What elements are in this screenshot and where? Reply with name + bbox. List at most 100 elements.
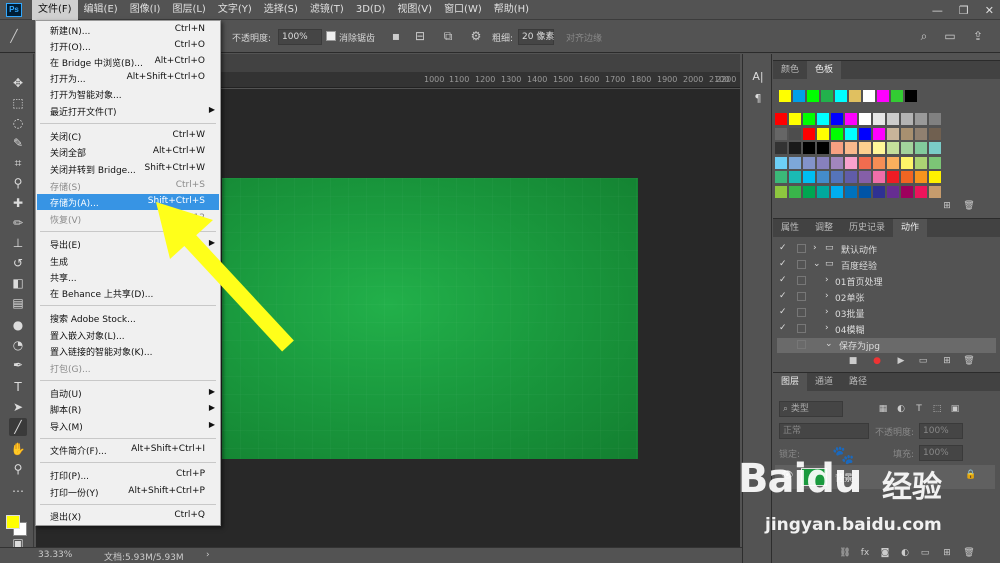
dialog-toggle[interactable]	[797, 260, 806, 269]
mask-icon[interactable]: ◙	[879, 547, 891, 559]
color-swatch[interactable]	[873, 127, 885, 140]
menu-item-share[interactable]: 共享...	[37, 269, 219, 285]
collapse-chevron-icon[interactable]: ⌄	[813, 259, 821, 269]
color-swatch[interactable]	[831, 113, 843, 125]
action-check-icon[interactable]: ✓	[779, 243, 787, 253]
menu-view[interactable]: 视图(V)	[391, 0, 438, 20]
color-swatch[interactable]	[859, 156, 871, 169]
recent-swatch[interactable]	[905, 90, 917, 102]
stop-icon[interactable]: ■	[847, 355, 859, 367]
color-swatch[interactable]	[901, 127, 913, 140]
collapse-chevron-icon[interactable]: ⌄	[825, 339, 833, 349]
color-swatch[interactable]	[845, 185, 857, 198]
tab-actions[interactable]: 动作	[893, 219, 928, 237]
gear-icon[interactable]: ⚙	[468, 28, 484, 44]
color-swatch[interactable]	[789, 156, 801, 169]
color-swatch[interactable]	[817, 127, 829, 140]
action-set-row[interactable]: ✓ › ▭ 默认动作	[777, 242, 996, 257]
color-swatch[interactable]	[859, 142, 871, 154]
action-row[interactable]: ✓ › 04模糊	[777, 322, 996, 337]
action-row[interactable]: ✓ › 01首页处理	[777, 274, 996, 289]
restore-icon[interactable]: ❐	[959, 4, 969, 17]
menu-layer[interactable]: 图层(L)	[166, 0, 211, 20]
menu-type[interactable]: 文字(Y)	[212, 0, 258, 20]
filter-adjust-icon[interactable]: ◐	[895, 403, 907, 415]
menu-item-generate[interactable]: 生成 ▶	[37, 253, 219, 269]
gradient-tool-icon[interactable]: ▤	[9, 294, 27, 312]
color-swatch[interactable]	[901, 171, 913, 183]
menu-item-revert[interactable]: 恢复(V) F12	[37, 211, 219, 227]
color-swatch[interactable]	[915, 127, 927, 140]
menu-file[interactable]: 文件(F)	[32, 0, 78, 20]
new-swatch-icon[interactable]: ⊞	[941, 200, 953, 212]
color-swatch[interactable]	[775, 127, 787, 140]
menu-item-print-one[interactable]: 打印一份(Y) Alt+Shift+Ctrl+P	[37, 484, 219, 500]
menu-item-package[interactable]: 打包(G)...	[37, 360, 219, 376]
path-arrange-icon[interactable]: ⧉	[440, 28, 456, 44]
pen-tool-icon[interactable]: ✒	[9, 356, 27, 374]
color-swatch[interactable]	[803, 171, 815, 183]
dialog-toggle[interactable]	[797, 292, 806, 301]
new-group-icon[interactable]: ▭	[919, 547, 931, 559]
color-swatch[interactable]	[775, 113, 787, 125]
recent-swatch[interactable]	[891, 90, 903, 102]
menu-item-open-as[interactable]: 打开为... Alt+Shift+Ctrl+O	[37, 70, 219, 86]
color-swatch[interactable]	[901, 185, 913, 198]
path-align-icon[interactable]: ⊟	[412, 28, 428, 44]
action-row-selected[interactable]: ⌄ 保存为jpg	[777, 338, 996, 353]
tab-history[interactable]: 历史记录	[841, 219, 893, 237]
menu-item-place-embedded[interactable]: 置入嵌入对象(L)...	[37, 327, 219, 343]
color-swatch[interactable]	[845, 142, 857, 154]
color-swatch[interactable]	[915, 113, 927, 125]
menu-select[interactable]: 选择(S)	[258, 0, 304, 20]
color-swatch[interactable]	[775, 156, 787, 169]
zoom-tool-icon[interactable]: ⚲	[9, 460, 27, 478]
blur-tool-icon[interactable]: ●	[9, 316, 27, 334]
eraser-tool-icon[interactable]: ◧	[9, 274, 27, 292]
expand-chevron-icon[interactable]: ›	[825, 323, 829, 333]
color-swatch[interactable]	[859, 113, 871, 125]
share-icon[interactable]: ⇪	[970, 28, 986, 44]
new-set-icon[interactable]: ▭	[917, 355, 929, 367]
color-swatch[interactable]	[929, 142, 941, 154]
color-swatch[interactable]	[887, 127, 899, 140]
color-swatch[interactable]	[915, 142, 927, 154]
color-swatch[interactable]	[887, 171, 899, 183]
color-swatch[interactable]	[789, 171, 801, 183]
color-swatch[interactable]	[775, 171, 787, 183]
color-swatch[interactable]	[901, 142, 913, 154]
action-check-icon[interactable]: ✓	[779, 291, 787, 301]
menu-item-file-info[interactable]: 文件简介(F)... Alt+Shift+Ctrl+I	[37, 442, 219, 458]
color-swatch[interactable]	[859, 171, 871, 183]
dialog-toggle[interactable]	[797, 308, 806, 317]
brush-tool-icon[interactable]: ✏	[9, 214, 27, 232]
history-brush-tool-icon[interactable]: ↺	[9, 254, 27, 272]
menu-item-close-all[interactable]: 关闭全部 Alt+Ctrl+W	[37, 144, 219, 160]
recent-swatch[interactable]	[793, 90, 805, 102]
color-swatch[interactable]	[859, 127, 871, 140]
color-swatch[interactable]	[929, 113, 941, 125]
color-swatch[interactable]	[775, 142, 787, 154]
menu-item-close-go-bridge[interactable]: 关闭并转到 Bridge... Shift+Ctrl+W	[37, 161, 219, 177]
color-swatch[interactable]	[803, 142, 815, 154]
color-swatch[interactable]	[887, 113, 899, 125]
blend-mode-select[interactable]: 正常	[779, 423, 869, 439]
dialog-toggle[interactable]	[797, 276, 806, 285]
weight-input[interactable]: 20 像素	[518, 29, 554, 45]
recent-swatch[interactable]	[863, 90, 875, 102]
move-tool-icon[interactable]: ✥	[9, 74, 27, 92]
color-swatch[interactable]	[817, 142, 829, 154]
quick-select-tool-icon[interactable]: ✎	[9, 134, 27, 152]
adjustment-layer-icon[interactable]: ◐	[899, 547, 911, 559]
new-action-icon[interactable]: ⊞	[941, 355, 953, 367]
color-swatch[interactable]	[915, 185, 927, 198]
color-swatch[interactable]	[845, 113, 857, 125]
recent-swatch[interactable]	[849, 90, 861, 102]
action-check-icon[interactable]: ✓	[779, 323, 787, 333]
document-canvas[interactable]	[222, 178, 638, 459]
color-swatch[interactable]	[817, 156, 829, 169]
expand-chevron-icon[interactable]: ›	[825, 291, 829, 301]
action-row[interactable]: ✓ › 02单张	[777, 290, 996, 305]
expand-chevron-icon[interactable]: ›	[825, 275, 829, 285]
menu-item-new[interactable]: 新建(N)... Ctrl+N	[37, 22, 219, 38]
